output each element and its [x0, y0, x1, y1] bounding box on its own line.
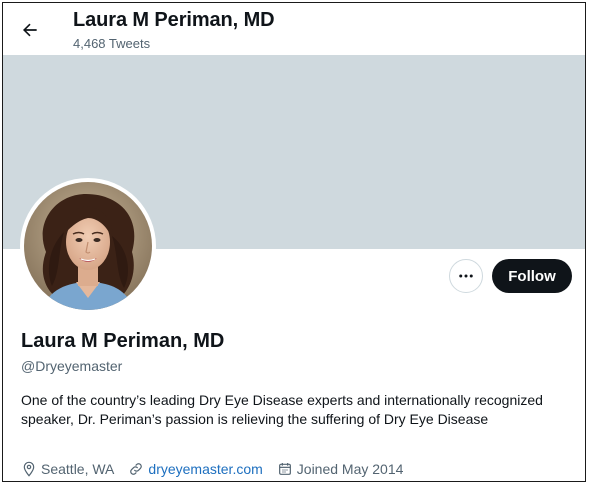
- link-icon: [130, 463, 143, 475]
- avatar-photo: [24, 182, 152, 310]
- profile-handle: @Dryeyemaster: [21, 358, 123, 374]
- more-horizontal-icon: [459, 274, 473, 278]
- joined-text: Joined May 2014: [296, 461, 404, 477]
- arrow-left-icon: [23, 23, 37, 37]
- profile-header-bar: Laura M Periman, MD 4,468 Tweets: [3, 3, 585, 55]
- calendar-icon: [278, 463, 291, 475]
- location-pin-icon: [23, 461, 35, 477]
- header-title: Laura M Periman, MD: [73, 9, 275, 31]
- website-item[interactable]: dryeyemaster.com: [128, 461, 263, 477]
- profile-meta: Seattle, WA dryeyemaster.com Joined May …: [21, 461, 417, 477]
- profile-bio: One of the country’s leading Dry Eye Dis…: [21, 392, 543, 427]
- joined-item: Joined May 2014: [277, 461, 404, 477]
- profile-page: Laura M Periman, MD 4,468 Tweets Follow …: [2, 2, 586, 482]
- location-text: Seattle, WA: [41, 461, 115, 477]
- profile-name: Laura M Periman, MD: [21, 330, 225, 352]
- more-options-button[interactable]: [449, 259, 483, 293]
- website-link[interactable]: dryeyemaster.com: [148, 461, 262, 477]
- back-button[interactable]: [17, 17, 43, 43]
- tweet-count: 4,468 Tweets: [73, 36, 151, 51]
- location-item: Seattle, WA: [21, 461, 114, 477]
- avatar[interactable]: [20, 178, 156, 314]
- follow-button[interactable]: Follow: [492, 259, 572, 293]
